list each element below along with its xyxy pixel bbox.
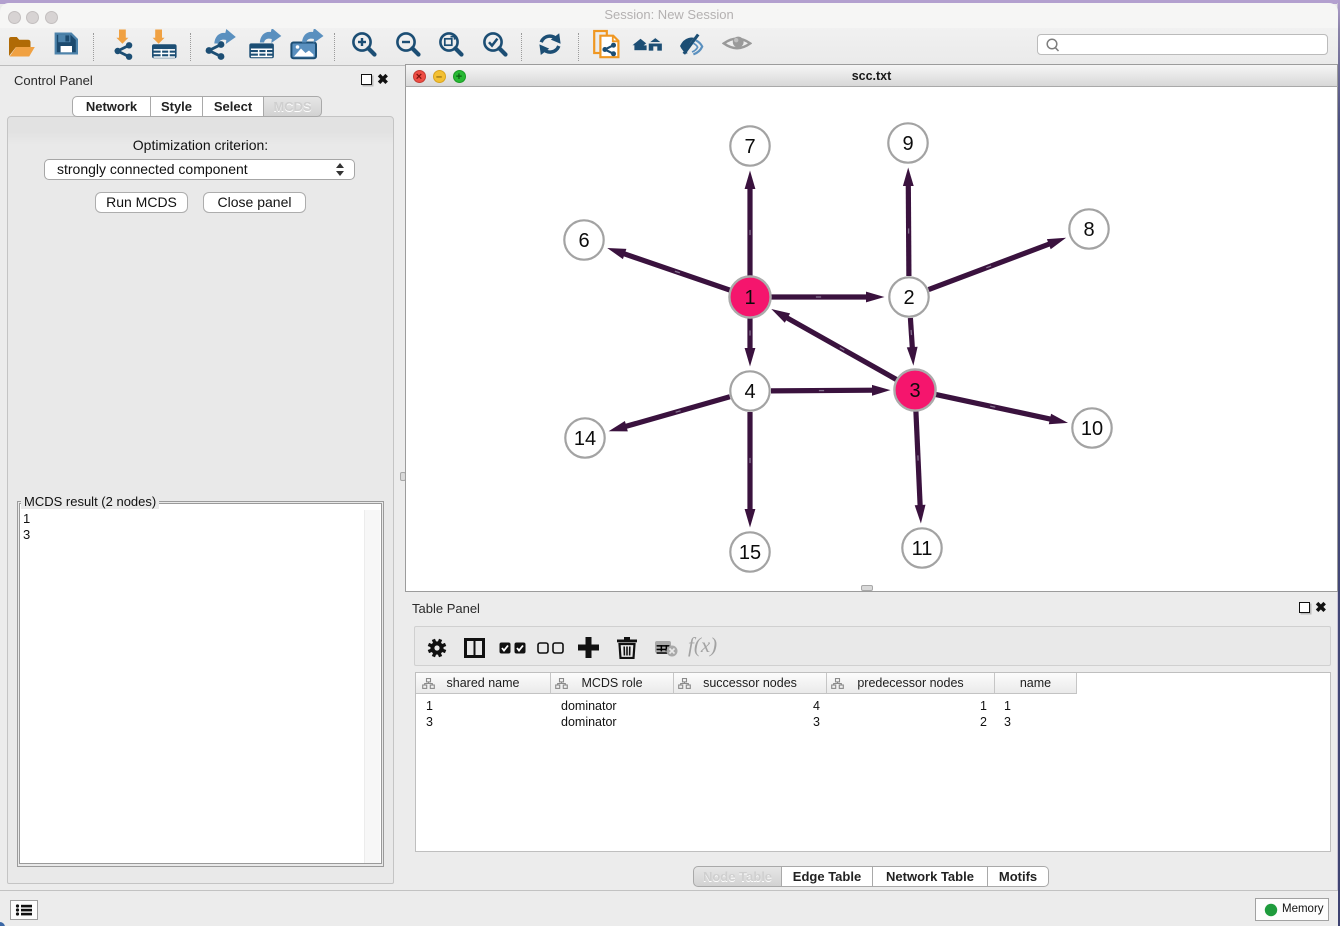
svg-text:11: 11 [912, 538, 933, 560]
svg-text:15: 15 [739, 542, 761, 564]
svg-text:8: 8 [1083, 219, 1094, 241]
svg-text:1: 1 [744, 287, 755, 309]
svg-text:6: 6 [578, 230, 589, 252]
svg-text:14: 14 [574, 428, 596, 450]
svg-text:3: 3 [909, 380, 920, 402]
svg-text:4: 4 [744, 381, 755, 403]
svg-text:2: 2 [903, 287, 914, 309]
svg-text:10: 10 [1081, 418, 1103, 440]
svg-text:7: 7 [744, 136, 755, 158]
svg-text:9: 9 [902, 133, 913, 155]
